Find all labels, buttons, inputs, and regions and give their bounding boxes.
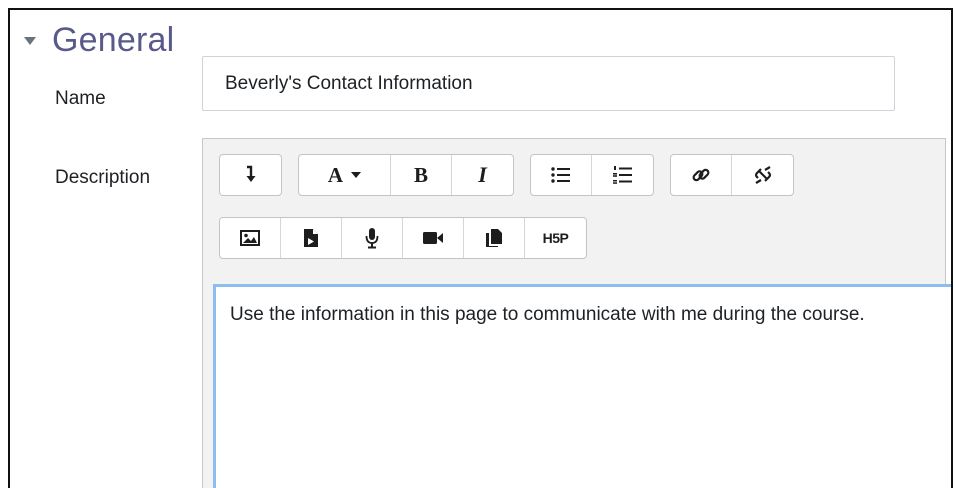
toolbar-group-links: [670, 154, 794, 196]
manage-files-icon: [486, 229, 502, 247]
link-icon: [692, 168, 710, 182]
manage-files-button[interactable]: [464, 218, 525, 258]
toolbar-group-media: H5P: [219, 217, 587, 259]
toolbar-group-more: [219, 154, 282, 196]
record-video-icon: [423, 232, 443, 244]
unordered-list-button[interactable]: [531, 155, 592, 195]
bold-icon: B: [413, 162, 428, 187]
record-audio-button[interactable]: [342, 218, 403, 258]
insert-media-button[interactable]: [281, 218, 342, 258]
h5p-button[interactable]: H5P: [525, 218, 586, 258]
unlink-button[interactable]: [732, 155, 793, 195]
italic-icon: I: [478, 162, 487, 187]
description-editor: A B I H5P Use the information in this pa…: [202, 138, 951, 488]
insert-image-icon: [240, 230, 260, 246]
form-frame: General Name Description A B: [8, 8, 953, 488]
toolbar-row-1: A B I: [219, 154, 794, 196]
record-video-button[interactable]: [403, 218, 464, 258]
font-style-button[interactable]: A: [299, 155, 391, 195]
section-title: General: [52, 21, 175, 59]
font-style-icon: A: [327, 162, 344, 187]
show-more-buttons[interactable]: [220, 155, 281, 195]
bold-button[interactable]: B: [391, 155, 452, 195]
record-audio-icon: [365, 228, 379, 249]
toolbar-group-lists: [530, 154, 654, 196]
h5p-icon: H5P: [542, 230, 569, 246]
unordered-list-icon: [551, 167, 570, 183]
toolbar-row-2: H5P: [219, 217, 587, 259]
show-more-buttons-icon: [246, 165, 255, 182]
link-button[interactable]: [671, 155, 732, 195]
insert-image-button[interactable]: [220, 218, 281, 258]
chevron-down-icon[interactable]: [24, 37, 36, 45]
insert-media-icon: [304, 229, 318, 247]
italic-button[interactable]: I: [452, 155, 513, 195]
ordered-list-icon: [612, 166, 632, 184]
caret-down-icon: [351, 172, 362, 178]
name-input[interactable]: [202, 56, 895, 111]
unlink-icon: [754, 166, 771, 184]
ordered-list-button[interactable]: [592, 155, 653, 195]
description-label: Description: [55, 167, 151, 188]
toolbar-group-style: A B I: [298, 154, 514, 196]
section-header-general[interactable]: General: [24, 20, 174, 60]
description-content-area[interactable]: Use the information in this page to comm…: [213, 284, 951, 488]
name-label: Name: [55, 88, 106, 109]
